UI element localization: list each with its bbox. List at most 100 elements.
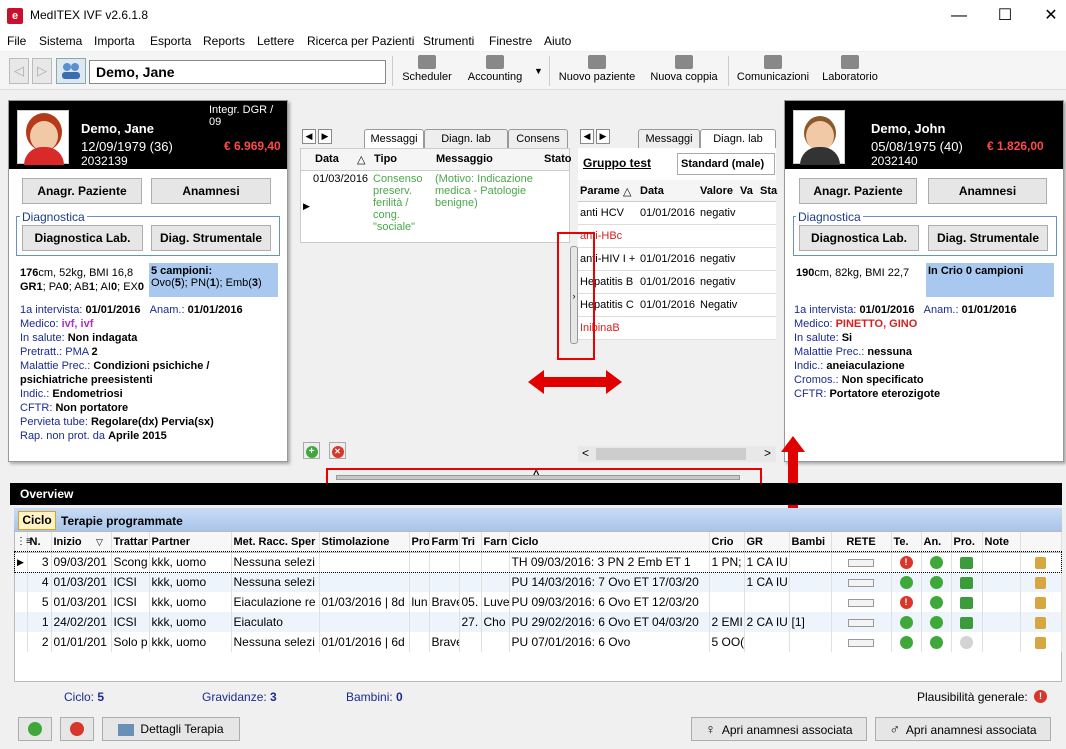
female-diag-strumentale-button[interactable]: Diag. Strumentale bbox=[151, 225, 271, 251]
col-tipo[interactable]: Tipo bbox=[374, 153, 397, 165]
col-te[interactable]: Te. bbox=[891, 532, 922, 553]
col-rete[interactable]: RETE bbox=[831, 532, 892, 553]
an-status-cell[interactable] bbox=[921, 612, 952, 632]
tab-diagn-lab[interactable]: Diagn. lab bbox=[424, 129, 508, 148]
accounting-button[interactable]: Accounting bbox=[464, 55, 526, 83]
menu-lettere[interactable]: Lettere bbox=[257, 34, 294, 48]
delete-message-button[interactable]: ✕ bbox=[329, 442, 346, 459]
tab-consens[interactable]: Consens bbox=[508, 129, 568, 148]
tab-ciclo[interactable]: Ciclo bbox=[18, 511, 56, 530]
rete-bar-cell[interactable] bbox=[831, 572, 892, 592]
dettagli-terapia-button[interactable]: Dettagli Terapia bbox=[102, 717, 240, 741]
col-farn[interactable]: Farn bbox=[481, 532, 510, 553]
female-campioni-box[interactable]: 5 campioni: Ovo(5); PN(1); Emb(3) bbox=[149, 263, 278, 297]
thumbs-up-cell[interactable] bbox=[951, 592, 983, 612]
gruppo-test-select[interactable]: Standard (male) bbox=[677, 153, 775, 175]
col-met-racc[interactable]: Met. Racc. Sper bbox=[231, 532, 320, 553]
lab-row[interactable]: InibinaB bbox=[578, 317, 776, 340]
te-status-cell[interactable]: ! bbox=[891, 592, 922, 612]
cell-note[interactable] bbox=[982, 612, 1021, 632]
lab-row[interactable]: anti-HIV I +01/01/2016 negativ bbox=[578, 248, 776, 271]
col-trattamento[interactable]: Trattar bbox=[111, 532, 150, 553]
lock-cell[interactable] bbox=[1020, 552, 1062, 572]
lock-cell[interactable] bbox=[1020, 592, 1062, 612]
scroll-thumb[interactable] bbox=[596, 448, 746, 460]
menu-aiuto[interactable]: Aiuto bbox=[544, 34, 571, 48]
col-data[interactable]: Data bbox=[640, 185, 664, 197]
col-an[interactable]: An. bbox=[921, 532, 952, 553]
rete-bar-cell[interactable] bbox=[831, 612, 892, 632]
te-status-cell[interactable] bbox=[891, 572, 922, 592]
lab-tab-scroll-left[interactable]: ◀ bbox=[580, 129, 594, 144]
menu-file[interactable]: File bbox=[7, 34, 26, 48]
cell-note[interactable] bbox=[982, 572, 1021, 592]
menu-sistema[interactable]: Sistema bbox=[39, 34, 82, 48]
table-row[interactable]: 5 01/03/201 ICSI kkk, uomo Eiaculazione re 01… bbox=[15, 592, 1062, 612]
thumbs-up-cell[interactable] bbox=[951, 552, 983, 572]
apri-anamnesi-male-button[interactable]: ♂ Apri anamnesi associata bbox=[875, 717, 1051, 741]
col-stato[interactable]: Sta bbox=[760, 185, 777, 197]
lab-tab-diagn-lab[interactable]: Diagn. lab bbox=[700, 129, 776, 148]
tab-scroll-left[interactable]: ◀ bbox=[302, 129, 316, 144]
te-status-cell[interactable] bbox=[891, 612, 922, 632]
table-row[interactable]: 1 24/02/201 ICSI kkk, uomo Eiaculato 27. Cho PU… bbox=[15, 612, 1062, 632]
male-diag-strumentale-button[interactable]: Diag. Strumentale bbox=[928, 225, 1048, 251]
apri-anamnesi-female-button[interactable]: ♀ Apri anamnesi associata bbox=[691, 717, 867, 741]
an-status-cell[interactable] bbox=[921, 552, 952, 572]
lab-row[interactable]: Hepatitis C 01/01/2016 Negativ bbox=[578, 294, 776, 317]
scheduler-button[interactable]: Scheduler bbox=[398, 55, 456, 83]
col-stato[interactable]: Stato bbox=[544, 153, 572, 165]
col-ciclo[interactable]: Ciclo bbox=[509, 532, 710, 553]
rete-bar-cell[interactable] bbox=[831, 592, 892, 612]
table-row[interactable]: 4 01/03/201 ICSI kkk, uomo Nessuna selezi PU … bbox=[15, 572, 1062, 592]
menu-ricerca[interactable]: Ricerca per Pazienti bbox=[307, 34, 414, 48]
menu-finestre[interactable]: Finestre bbox=[489, 34, 532, 48]
lab-row[interactable]: anti-HBc bbox=[578, 225, 776, 248]
cell-note[interactable] bbox=[982, 552, 1021, 572]
col-valore[interactable]: Valore bbox=[700, 185, 733, 197]
an-status-cell[interactable] bbox=[921, 572, 952, 592]
scroll-right-arrow[interactable]: > bbox=[764, 446, 771, 460]
col-crio[interactable]: Crio bbox=[709, 532, 745, 553]
message-row[interactable]: 01/03/2016 Consenso preserv. ferilità / … bbox=[313, 173, 569, 243]
lab-row[interactable]: anti HCV 01/01/2016 negativ bbox=[578, 202, 776, 225]
menu-reports[interactable]: Reports bbox=[203, 34, 245, 48]
col-bambini[interactable]: Bambi bbox=[789, 532, 832, 553]
grid-columns-icon[interactable]: ⋮≡ bbox=[16, 536, 32, 547]
col-note[interactable]: Note bbox=[982, 532, 1021, 553]
female-anamnesi-button[interactable]: Anamnesi bbox=[151, 178, 271, 204]
forward-button[interactable]: ▷ bbox=[32, 58, 52, 84]
current-patient-field[interactable]: Demo, Jane bbox=[89, 60, 386, 84]
pro-status-cell[interactable] bbox=[951, 632, 983, 652]
add-cycle-button[interactable] bbox=[18, 717, 52, 741]
col-stimolazione[interactable]: Stimolazione bbox=[319, 532, 410, 553]
communications-button[interactable]: Comunicazioni bbox=[734, 55, 812, 83]
thumbs-up-cell[interactable] bbox=[951, 572, 983, 592]
male-anamnesi-button[interactable]: Anamnesi bbox=[928, 178, 1047, 204]
back-button[interactable]: ◁ bbox=[9, 58, 29, 84]
cell-note[interactable] bbox=[982, 632, 1021, 652]
col-tri[interactable]: Tri bbox=[459, 532, 482, 553]
new-couple-button[interactable]: Nuova coppia bbox=[646, 55, 722, 83]
female-diag-lab-button[interactable]: Diagnostica Lab. bbox=[22, 225, 143, 251]
table-row[interactable]: ▶ 3 09/03/201 Scong kkk, uomo Nessuna selezi T… bbox=[14, 551, 1062, 573]
col-data[interactable]: Data bbox=[315, 153, 339, 165]
table-row[interactable]: 2 01/01/201 Solo p kkk, uomo Nessuna selezi 0… bbox=[15, 632, 1062, 652]
col-va[interactable]: Va bbox=[740, 185, 753, 197]
menu-esporta[interactable]: Esporta bbox=[150, 34, 191, 48]
thumbs-up-cell[interactable] bbox=[951, 612, 983, 632]
vertical-splitter-handle[interactable]: › bbox=[570, 246, 578, 344]
male-anagr-button[interactable]: Anagr. Paziente bbox=[799, 178, 917, 204]
col-partner[interactable]: Partner bbox=[149, 532, 232, 553]
lock-cell[interactable] bbox=[1020, 632, 1062, 652]
maximize-button[interactable]: ☐ bbox=[982, 0, 1028, 31]
accounting-dropdown-arrow[interactable]: ▼ bbox=[534, 66, 543, 76]
female-anagr-button[interactable]: Anagr. Paziente bbox=[22, 178, 142, 204]
rete-bar-cell[interactable] bbox=[831, 632, 892, 652]
lab-tab-messaggi[interactable]: Messaggi bbox=[638, 129, 700, 148]
new-patient-button[interactable]: Nuovo paziente bbox=[556, 55, 638, 83]
lab-tab-scroll-right[interactable]: ▶ bbox=[596, 129, 610, 144]
te-status-cell[interactable]: ! bbox=[891, 552, 922, 572]
cell-note[interactable] bbox=[982, 592, 1021, 612]
scroll-left-arrow[interactable]: < bbox=[582, 446, 589, 460]
